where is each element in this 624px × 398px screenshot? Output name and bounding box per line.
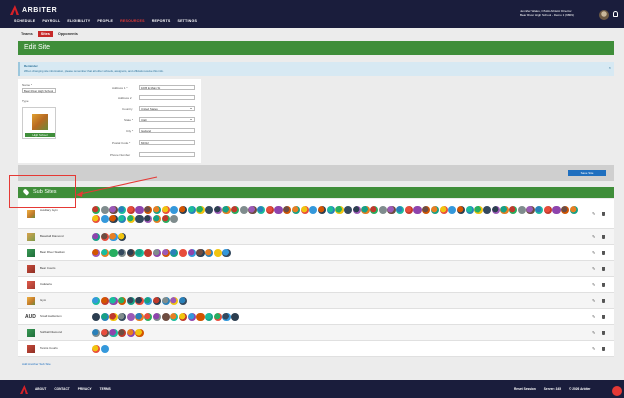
- footer-about-link[interactable]: ABOUT: [35, 387, 46, 391]
- reset-session-link[interactable]: Reset Session: [514, 387, 536, 391]
- copyright-text: © 2026 Arbiter: [569, 387, 591, 391]
- footer-links: ABOUT CONTACT PRIVACY TERMS: [35, 387, 119, 391]
- footer-terms-link[interactable]: TERMS: [100, 387, 111, 391]
- arbiter-logo-icon: [20, 385, 28, 394]
- server-label: Server: 345: [543, 387, 561, 391]
- help-button[interactable]: [612, 386, 622, 396]
- footer: ABOUT CONTACT PRIVACY TERMS Reset Sessio…: [0, 380, 624, 398]
- footer-right: Reset Session Server: 345 © 2026 Arbiter: [514, 387, 599, 391]
- annotation-arrow: [76, 176, 158, 197]
- footer-privacy-link[interactable]: PRIVACY: [78, 387, 92, 391]
- footer-contact-link[interactable]: CONTACT: [54, 387, 69, 391]
